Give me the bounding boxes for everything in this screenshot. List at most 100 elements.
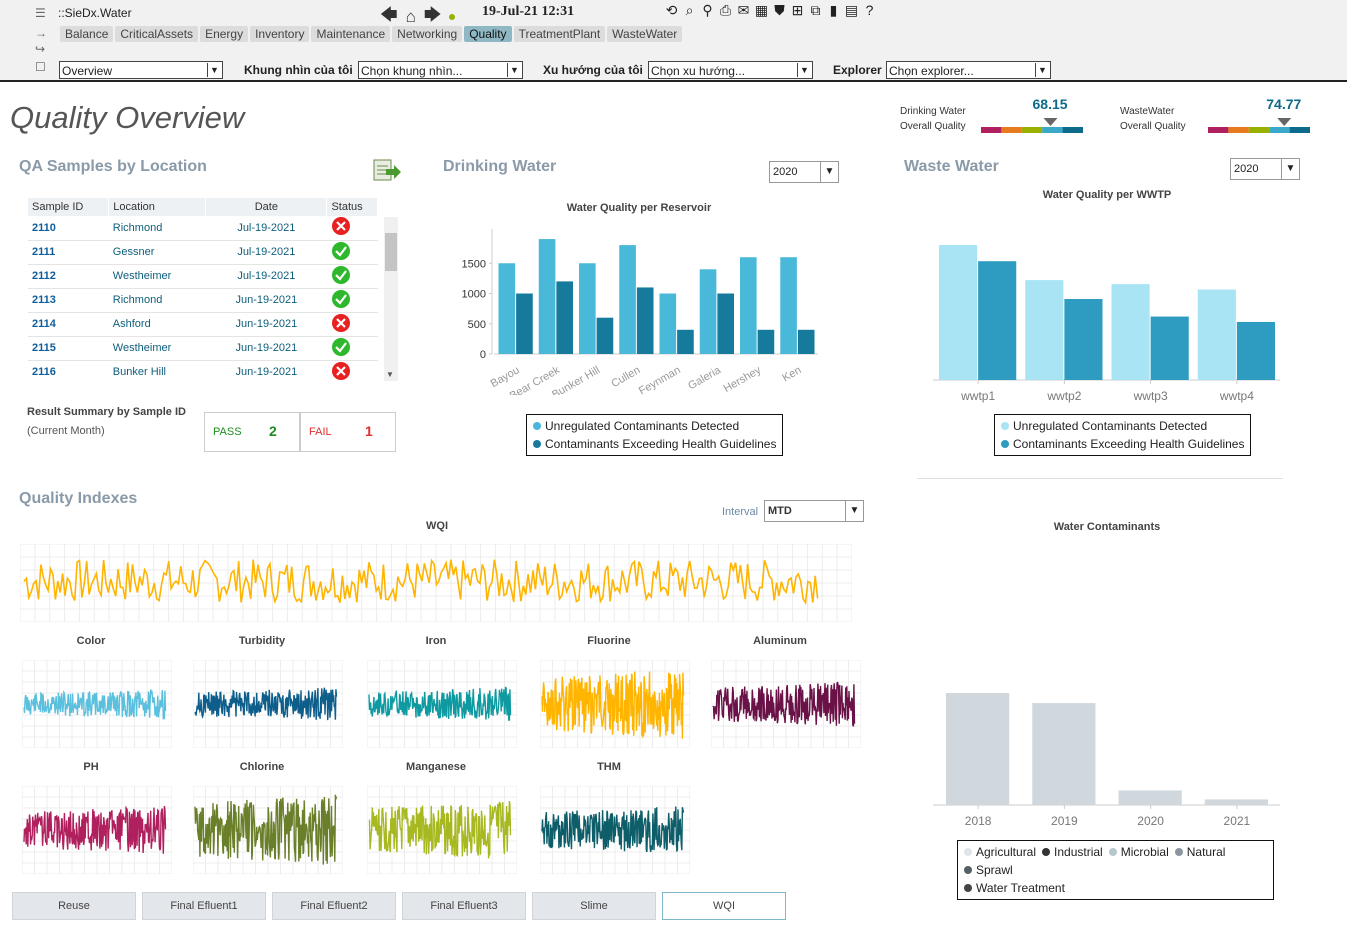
tab-final-efluent3[interactable]: Final Efluent3 xyxy=(402,892,526,920)
sample-id[interactable]: 2111 xyxy=(28,240,109,264)
bar[interactable] xyxy=(797,329,815,354)
bar[interactable] xyxy=(717,293,734,355)
bar[interactable] xyxy=(1025,280,1064,380)
sample-id[interactable]: 2116 xyxy=(28,360,109,382)
table-header: Sample ID Location Date Status xyxy=(28,198,378,216)
share-icon[interactable]: ⧉ xyxy=(808,3,823,18)
waste-quality-gauge: WasteWater Overall Quality 74.77 xyxy=(1120,92,1315,144)
tag-icon[interactable]: ⛊ xyxy=(772,3,787,18)
menu-tab-wastewater[interactable]: WasteWater xyxy=(607,26,683,42)
interval-select[interactable]: MTD ▼ xyxy=(764,500,864,522)
menu-tab-maintenance[interactable]: Maintenance xyxy=(311,26,391,42)
bar[interactable] xyxy=(636,287,654,354)
legend-item: Natural xyxy=(1174,845,1225,859)
drinking-year-select[interactable]: 2020 ▼ xyxy=(769,161,839,183)
search-icon[interactable]: ⚲ xyxy=(700,3,715,18)
bar[interactable] xyxy=(596,317,614,354)
bar[interactable] xyxy=(1032,703,1096,805)
bar[interactable] xyxy=(780,257,797,354)
layout-icon[interactable]: ▤ xyxy=(844,3,859,18)
bar[interactable] xyxy=(740,257,757,354)
divider xyxy=(917,478,1283,479)
column-header[interactable]: Sample ID xyxy=(28,198,110,216)
grid-icon[interactable]: ▦ xyxy=(754,3,769,18)
bar[interactable] xyxy=(516,293,533,355)
table-row[interactable]: 2112 Westheimer Jul-19-2021 xyxy=(28,264,378,288)
sample-id[interactable]: 2114 xyxy=(28,312,109,336)
table-row[interactable]: 2115 Westheimer Jun-19-2021 xyxy=(28,336,378,360)
refresh-icon[interactable]: ⟲ xyxy=(664,3,679,18)
table-scrollbar[interactable]: ▼ xyxy=(384,217,398,381)
print-icon[interactable]: ⎙ xyxy=(718,3,733,18)
menu-tab-balance[interactable]: Balance xyxy=(60,26,114,42)
tab-reuse[interactable]: Reuse xyxy=(12,892,136,920)
menu-tab-networking[interactable]: Networking xyxy=(392,26,463,42)
bar[interactable] xyxy=(556,281,573,354)
zoom-icon[interactable]: ⌕ xyxy=(682,3,697,18)
column-header[interactable]: Location xyxy=(108,198,207,216)
return-arrow-icon[interactable]: ↪ xyxy=(35,42,45,56)
column-header[interactable]: Status xyxy=(326,198,378,216)
bar[interactable] xyxy=(579,263,596,354)
bar[interactable] xyxy=(619,245,636,354)
table-row[interactable]: 2110 Richmond Jul-19-2021 xyxy=(28,216,378,240)
menu-icon[interactable]: ☰ xyxy=(35,6,46,20)
forward-arrow-icon[interactable]: → xyxy=(35,26,47,40)
waste-year-select[interactable]: 2020 ▼ xyxy=(1230,158,1300,180)
sample-id[interactable]: 2113 xyxy=(28,288,109,312)
table-row[interactable]: 2111 Gessner Jul-19-2021 xyxy=(28,240,378,264)
bar[interactable] xyxy=(946,693,1010,805)
mini-line xyxy=(368,800,512,859)
sample-id[interactable]: 2115 xyxy=(28,336,109,360)
drinking-legend: Unregulated Contaminants Detected Contam… xyxy=(526,414,784,456)
sample-location: Gessner xyxy=(112,246,155,258)
table-row[interactable]: 2113 Richmond Jun-19-2021 xyxy=(28,288,378,312)
tab-slime[interactable]: Slime xyxy=(532,892,656,920)
table-row[interactable]: 2116 Bunker Hill Jun-19-2021 xyxy=(28,360,378,382)
bar[interactable] xyxy=(757,329,775,354)
bar[interactable] xyxy=(978,261,1017,380)
bar[interactable] xyxy=(677,329,694,354)
export-excel-icon[interactable] xyxy=(372,158,402,184)
help-icon[interactable]: ? xyxy=(862,3,877,18)
scrollbar-thumb[interactable] xyxy=(385,233,397,271)
bar[interactable] xyxy=(699,269,717,354)
mini-chart-title: Aluminum xyxy=(753,635,807,647)
my-trend-select[interactable]: Chọn xu hướng... ▼ xyxy=(648,61,813,79)
sample-id[interactable]: 2110 xyxy=(28,216,109,240)
bar[interactable] xyxy=(1118,790,1182,805)
tab-final-efluent2[interactable]: Final Efluent2 xyxy=(272,892,396,920)
bar[interactable] xyxy=(538,239,556,354)
sample-id[interactable]: 2112 xyxy=(28,264,109,288)
add-window-icon[interactable]: ⊞ xyxy=(790,3,805,18)
menu-tab-treatmentplant[interactable]: TreatmentPlant xyxy=(513,26,606,42)
menu-tab-inventory[interactable]: Inventory xyxy=(250,26,310,42)
scroll-down-icon[interactable]: ▼ xyxy=(386,370,394,379)
fail-status-icon xyxy=(327,312,378,336)
explorer-select[interactable]: Chọn explorer... ▼ xyxy=(886,61,1051,79)
view-select[interactable]: Overview ▼ xyxy=(59,61,223,79)
bar[interactable] xyxy=(1111,284,1150,380)
menu-tab-criticalassets[interactable]: CriticalAssets xyxy=(115,26,199,42)
bar[interactable] xyxy=(1197,289,1236,380)
mini-chart-iron xyxy=(367,660,517,748)
bar[interactable] xyxy=(498,263,516,354)
bar[interactable] xyxy=(1150,316,1189,380)
bar[interactable] xyxy=(1064,299,1103,380)
table-row[interactable]: 2114 Ashford Jun-19-2021 xyxy=(28,312,378,336)
menu-tab-quality[interactable]: Quality xyxy=(464,26,512,42)
bar[interactable] xyxy=(1204,799,1268,805)
menu-tab-energy[interactable]: Energy xyxy=(200,26,249,42)
bar[interactable] xyxy=(1236,321,1275,380)
my-view-select[interactable]: Chọn khung nhìn... ▼ xyxy=(358,61,523,79)
mail-icon[interactable]: ✉ xyxy=(736,3,751,18)
bar[interactable] xyxy=(659,293,677,355)
page-header: Quality Overview Drinking Water Overall Q… xyxy=(0,84,1347,146)
waste-title: Waste Water xyxy=(904,158,999,175)
tab-wqi[interactable]: WQI xyxy=(662,892,786,920)
tab-final-efluent1[interactable]: Final Efluent1 xyxy=(142,892,266,920)
home-icon[interactable]: ⌂ xyxy=(406,7,416,27)
column-header[interactable]: Date xyxy=(205,198,328,216)
bar[interactable] xyxy=(939,245,978,380)
chart-icon[interactable]: ▮ xyxy=(826,3,841,18)
